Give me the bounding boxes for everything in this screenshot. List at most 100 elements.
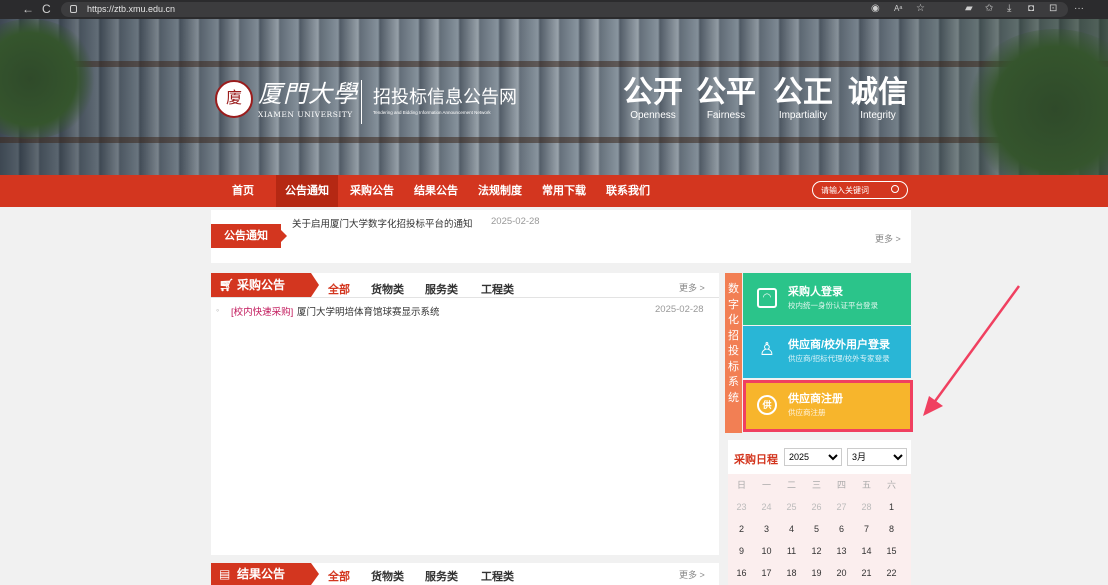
nav-item-downloads[interactable]: 常用下载 xyxy=(535,175,593,207)
nav-item-results[interactable]: 结果公告 xyxy=(407,175,465,207)
calendar-day[interactable]: 28 xyxy=(854,496,879,518)
row-title[interactable]: 厦门大学明培体育馆球赛显示系统 xyxy=(297,304,440,318)
calendar-day[interactable]: 3 xyxy=(754,518,779,540)
notice-item-date: 2025-02-28 xyxy=(491,216,540,227)
lock-icon xyxy=(70,5,77,13)
address-url[interactable]: https://ztb.xmu.edu.cn xyxy=(87,3,175,16)
tab-goods[interactable]: 货物类 xyxy=(371,283,404,297)
slogan-en: Fairness xyxy=(706,110,746,121)
split-screen-icon[interactable]: ⊡ xyxy=(1049,3,1057,15)
year-select[interactable]: 2025 xyxy=(784,448,842,466)
tab-all[interactable]: 全部 xyxy=(328,283,350,297)
search-box[interactable] xyxy=(812,181,908,199)
calendar-day[interactable]: 25 xyxy=(779,496,804,518)
search-icon[interactable] xyxy=(891,185,899,193)
title-bar-arrow xyxy=(311,563,319,585)
slogan-integrity: 诚信 Integrity xyxy=(846,76,910,122)
label-char: 招 xyxy=(728,329,739,342)
browser-toolbar: ← C https://ztb.xmu.edu.cn ◉ Aᵃ ☆ ▰ ✩ ⤓ … xyxy=(0,0,1108,19)
calendar-day[interactable]: 11 xyxy=(779,540,804,562)
weekday-label: 一 xyxy=(761,480,771,490)
purchaser-login-button[interactable]: ◠ 采购人登录 校内统一身份认证平台登录 xyxy=(743,273,911,325)
download-icon[interactable]: ⤓ xyxy=(1007,3,1011,15)
calendar-day[interactable]: 22 xyxy=(879,562,904,584)
calendar-day[interactable]: 18 xyxy=(779,562,804,584)
calendar-day[interactable]: 26 xyxy=(804,496,829,518)
more-icon[interactable]: ··· xyxy=(1074,3,1084,15)
supplier-register-icon: 供 xyxy=(757,395,777,415)
calendar-day[interactable]: 9 xyxy=(729,540,754,562)
calendar-title: 采购日程 xyxy=(734,454,778,466)
procurement-panel: 🛒︎ 采购公告 更多 > ◦ [校内快速采购] 厦门大学明培体育馆球赛显示系统 … xyxy=(211,273,719,555)
calendar-day[interactable]: 1 xyxy=(879,496,904,518)
nav-item-home[interactable]: 首页 xyxy=(222,175,264,207)
nav-item-procurement[interactable]: 采购公告 xyxy=(343,175,401,207)
tab-works[interactable]: 工程类 xyxy=(481,570,514,584)
calendar-day[interactable]: 13 xyxy=(829,540,854,562)
slogan-openness: 公开 Openness xyxy=(621,76,685,122)
notice-item-title[interactable]: 关于启用厦门大学数字化招投标平台的通知 xyxy=(292,216,473,230)
calendar-day[interactable]: 2 xyxy=(729,518,754,540)
nav-item-notices[interactable]: 公告通知 xyxy=(276,175,338,207)
supplier-register-button[interactable]: 供 供应商注册 供应商注册 xyxy=(743,380,913,432)
tile-subtitle: 供应商注册 xyxy=(788,408,826,417)
calendar-day[interactable]: 19 xyxy=(804,562,829,584)
calendar-day[interactable]: 10 xyxy=(754,540,779,562)
calendar-day[interactable]: 15 xyxy=(879,540,904,562)
calendar-day[interactable]: 24 xyxy=(754,496,779,518)
notice-panel: 公告通知 关于启用厦门大学数字化招投标平台的通知 2025-02-28 更多 > xyxy=(211,210,911,263)
calendar-day[interactable]: 12 xyxy=(804,540,829,562)
row-category-tag[interactable]: [校内快速采购] xyxy=(231,304,293,318)
tab-services[interactable]: 服务类 xyxy=(425,283,458,297)
calendar-day[interactable]: 5 xyxy=(804,518,829,540)
user-icon: ♙ xyxy=(758,339,776,359)
tile-subtitle: 校内统一身份认证平台登录 xyxy=(788,301,878,310)
calendar-day[interactable]: 20 xyxy=(829,562,854,584)
procurement-title: 采购公告 xyxy=(237,278,286,292)
calendar-day[interactable]: 16 xyxy=(729,562,754,584)
month-select[interactable]: 3月 xyxy=(847,448,907,466)
slogan-en: Openness xyxy=(630,110,676,121)
back-arrow-icon[interactable]: ← xyxy=(22,2,34,16)
brand-divider xyxy=(361,80,362,124)
calendar-day[interactable]: 27 xyxy=(829,496,854,518)
calendar-day[interactable]: 14 xyxy=(854,540,879,562)
tab-goods[interactable]: 货物类 xyxy=(371,570,404,584)
label-char: 系 xyxy=(728,376,739,388)
tab-works[interactable]: 工程类 xyxy=(481,283,514,297)
weekday-label: 日 xyxy=(736,480,746,490)
favorite-star-icon[interactable]: ☆ xyxy=(916,3,925,15)
calendar-week-row: 23 24 25 26 27 28 1 xyxy=(728,496,911,518)
row-date: 2025-02-28 xyxy=(655,304,704,315)
notice-label: 公告通知 xyxy=(211,224,281,248)
supplier-login-button[interactable]: ♙ 供应商/校外用户登录 供应商/招标代理/校外专家登录 xyxy=(743,326,911,378)
calendar-day[interactable]: 6 xyxy=(829,518,854,540)
calendar-day[interactable]: 7 xyxy=(854,518,879,540)
slogan-cn: 诚信 xyxy=(848,76,908,109)
calendar-day[interactable]: 4 xyxy=(779,518,804,540)
calendar-grid: 日 一 二 三 四 五 六 23 24 25 26 27 28 1 2 3 4 5 6 7 8 9 10 11 1… xyxy=(728,474,911,585)
university-name-cn: 厦門大學 xyxy=(258,80,358,108)
results-more-link[interactable]: 更多 > xyxy=(679,568,705,581)
screen-icon[interactable]: ▰ xyxy=(965,3,973,15)
extensions-icon[interactable]: ◘ xyxy=(1028,3,1034,15)
search-input[interactable] xyxy=(821,183,883,197)
calendar-day[interactable]: 23 xyxy=(729,496,754,518)
weekday-label: 三 xyxy=(811,480,821,490)
reader-view-icon[interactable]: ◉ xyxy=(871,3,880,15)
calendar-day[interactable]: 17 xyxy=(754,562,779,584)
tab-services[interactable]: 服务类 xyxy=(425,570,458,584)
calendar-day[interactable]: 21 xyxy=(854,562,879,584)
university-seal-logo[interactable]: 廈 xyxy=(215,80,253,118)
nav-item-regulations[interactable]: 法规制度 xyxy=(471,175,529,207)
address-bar[interactable]: https://ztb.xmu.edu.cn ◉ Aᵃ ☆ xyxy=(61,2,1068,17)
notice-more-link[interactable]: 更多 > xyxy=(875,232,901,245)
tab-all[interactable]: 全部 xyxy=(328,570,350,584)
procurement-calendar: 采购日程 2025 3月 日 一 二 三 四 五 六 23 24 25 26 27 28 1… xyxy=(728,440,911,585)
collections-icon[interactable]: ✩ xyxy=(985,3,993,15)
reload-icon[interactable]: C xyxy=(42,2,51,16)
calendar-day[interactable]: 8 xyxy=(879,518,904,540)
nav-item-contact[interactable]: 联系我们 xyxy=(599,175,657,207)
procurement-more-link[interactable]: 更多 > xyxy=(679,281,705,294)
read-aloud-icon[interactable]: Aᵃ xyxy=(894,3,902,15)
